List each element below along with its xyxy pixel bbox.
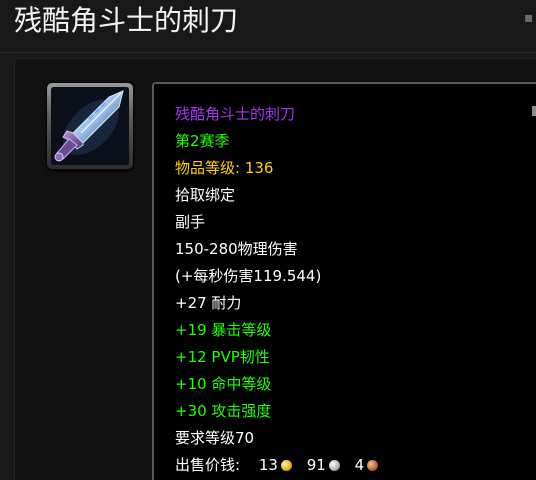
item-season: 第2赛季 xyxy=(175,132,230,150)
gladiator-blade-icon xyxy=(51,87,129,165)
item-stat-attack-power: +30 攻击强度 xyxy=(175,402,272,420)
page-title: 残酷角斗士的刺刀 xyxy=(14,4,239,37)
item-slot: 副手 xyxy=(175,213,206,231)
tooltip-corner-mark xyxy=(532,106,536,116)
item-level-value: 136 xyxy=(244,159,274,177)
item-tooltip: 残酷角斗士的刺刀 第2赛季 物品等级: 136 拾取绑定 副手 150-280物… xyxy=(152,82,536,480)
sell-price-copper: 4 xyxy=(354,456,365,474)
item-stat-resilience: +12 PVP韧性 xyxy=(175,348,270,366)
item-level-label: 物品等级: xyxy=(175,159,241,177)
item-sell-price: 出售价钱: 13 91 4 xyxy=(175,455,379,475)
item-level: 物品等级: 136 xyxy=(175,158,273,178)
silver-coin-icon xyxy=(328,460,340,471)
title-divider xyxy=(0,52,536,53)
sell-price-silver: 91 xyxy=(306,456,326,474)
item-stat-hit: +10 命中等级 xyxy=(175,375,272,393)
page: 残酷角斗士的刺刀 ▪ 残酷角斗士的刺刀 第2赛季 物品等级: 136 拾取绑定 … xyxy=(0,0,536,480)
item-stamina: +27 耐力 xyxy=(175,294,242,312)
item-stat-crit: +19 暴击等级 xyxy=(175,321,272,339)
sell-price-label: 出售价钱: xyxy=(175,456,241,474)
item-icon-frame[interactable] xyxy=(47,83,133,169)
corner-mark: ▪ xyxy=(524,10,534,26)
gold-coin-icon xyxy=(280,460,292,471)
item-required-level: 要求等级70 xyxy=(175,429,255,447)
copper-coin-icon xyxy=(367,460,379,471)
item-damage: 150-280物理伤害 xyxy=(175,240,298,258)
sell-price-gold: 13 xyxy=(258,456,278,474)
item-binding: 拾取绑定 xyxy=(175,186,236,204)
item-name: 残酷角斗士的刺刀 xyxy=(175,105,296,123)
item-dps: (+每秒伤害119.544) xyxy=(175,267,322,285)
